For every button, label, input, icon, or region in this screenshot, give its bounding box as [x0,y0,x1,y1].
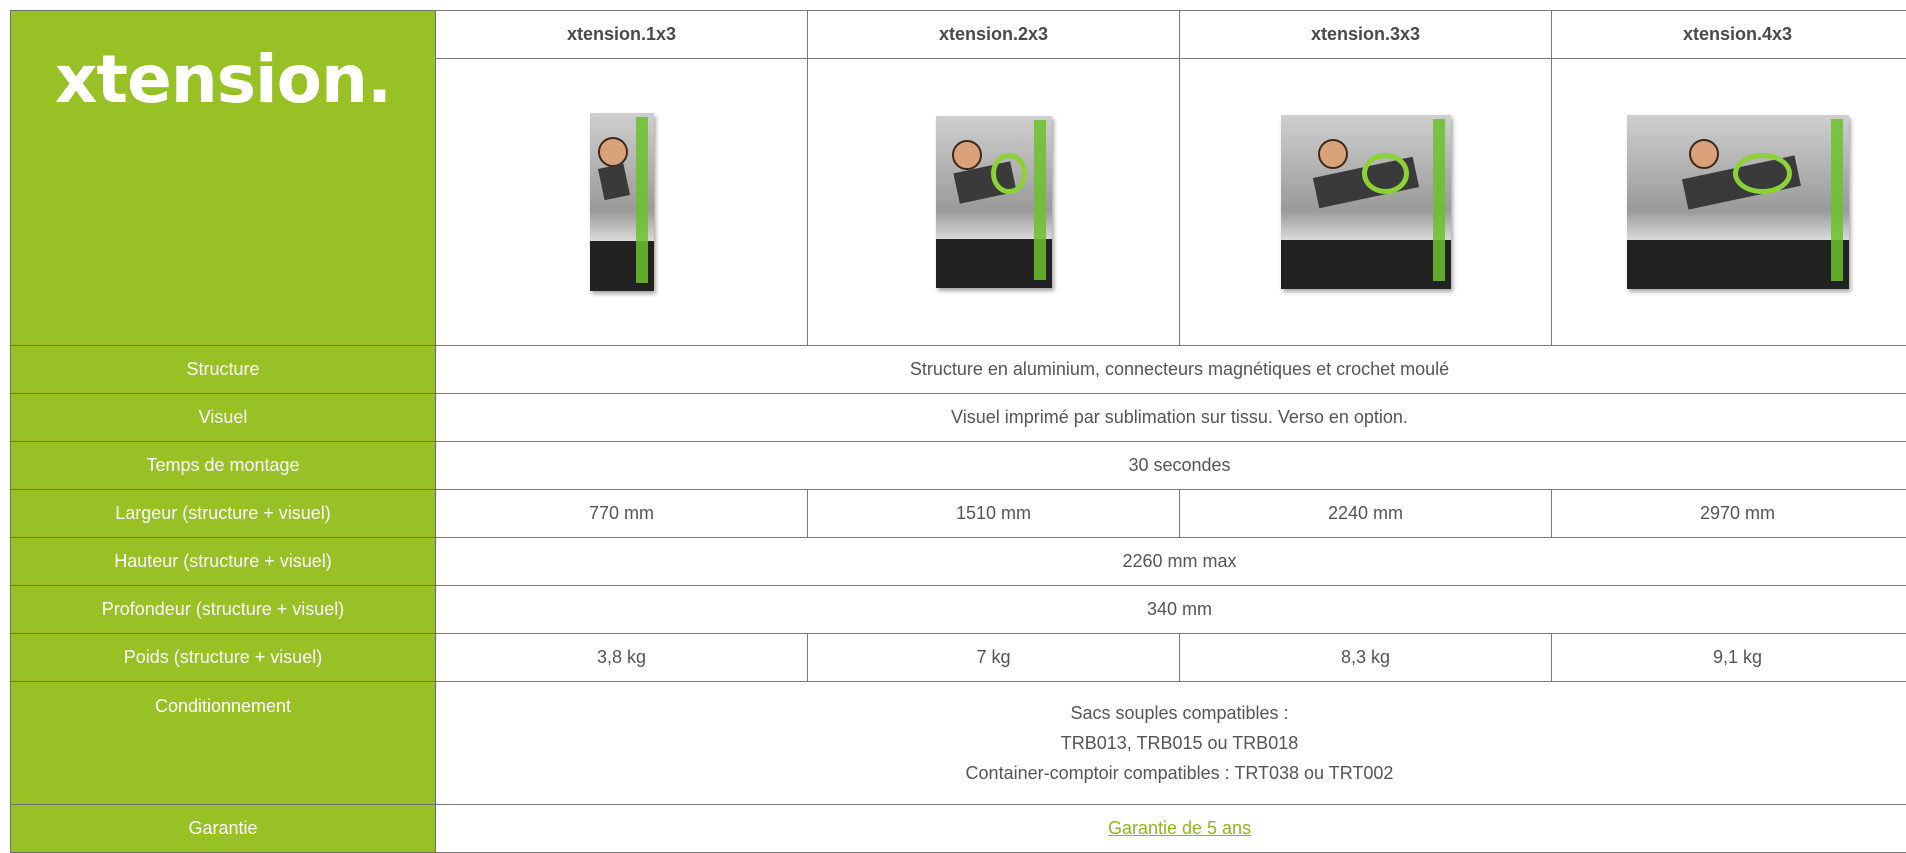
label-visuel: Visuel [11,394,436,442]
label-conditionnement: Conditionnement [11,682,436,805]
product-image-2x3 [936,116,1052,288]
value-profondeur: 340 mm [436,586,1906,634]
product-name-1x3: xtension.1x3 [436,11,808,59]
product-image-cell-3x3 [1180,59,1552,346]
value-visuel: Visuel imprimé par sublimation sur tissu… [436,394,1906,442]
header-row: xtension. xtension.1x3 xtension.2x3 xten… [11,11,1906,59]
value-poids-2x3: 7 kg [808,634,1180,682]
logo-cell: xtension. [11,11,436,346]
product-image-cell-2x3 [808,59,1180,346]
row-poids: Poids (structure + visuel) 3,8 kg 7 kg 8… [11,634,1906,682]
value-largeur-2x3: 1510 mm [808,490,1180,538]
label-poids: Poids (structure + visuel) [11,634,436,682]
brand-logo: xtension. [11,41,435,118]
row-visuel: Visuel Visuel imprimé par sublimation su… [11,394,1906,442]
product-name-2x3: xtension.2x3 [808,11,1180,59]
value-largeur-1x3: 770 mm [436,490,808,538]
label-hauteur: Hauteur (structure + visuel) [11,538,436,586]
product-name-3x3: xtension.3x3 [1180,11,1552,59]
value-poids-1x3: 3,8 kg [436,634,808,682]
product-image-4x3 [1627,115,1849,289]
conditionnement-line: Sacs souples compatibles : [436,698,1906,728]
row-temps-montage: Temps de montage 30 secondes [11,442,1906,490]
label-largeur: Largeur (structure + visuel) [11,490,436,538]
row-structure: Structure Structure en aluminium, connec… [11,346,1906,394]
row-largeur: Largeur (structure + visuel) 770 mm 1510… [11,490,1906,538]
conditionnement-line: Container-comptoir compatibles : TRT038 … [436,758,1906,788]
value-poids-3x3: 8,3 kg [1180,634,1552,682]
label-structure: Structure [11,346,436,394]
value-conditionnement: Sacs souples compatibles : TRB013, TRB01… [436,682,1906,805]
value-garantie: Garantie de 5 ans [436,805,1906,853]
label-garantie: Garantie [11,805,436,853]
product-image-cell-1x3 [436,59,808,346]
product-image-1x3 [590,113,654,291]
product-spec-table: xtension. xtension.1x3 xtension.2x3 xten… [10,10,1906,853]
product-image-cell-4x3 [1552,59,1906,346]
row-profondeur: Profondeur (structure + visuel) 340 mm [11,586,1906,634]
value-temps-montage: 30 secondes [436,442,1906,490]
label-profondeur: Profondeur (structure + visuel) [11,586,436,634]
row-conditionnement: Conditionnement Sacs souples compatibles… [11,682,1906,805]
value-largeur-3x3: 2240 mm [1180,490,1552,538]
value-poids-4x3: 9,1 kg [1552,634,1906,682]
value-hauteur: 2260 mm max [436,538,1906,586]
value-largeur-4x3: 2970 mm [1552,490,1906,538]
row-hauteur: Hauteur (structure + visuel) 2260 mm max [11,538,1906,586]
product-name-4x3: xtension.4x3 [1552,11,1906,59]
conditionnement-line: TRB013, TRB015 ou TRB018 [436,728,1906,758]
label-temps-montage: Temps de montage [11,442,436,490]
value-structure: Structure en aluminium, connecteurs magn… [436,346,1906,394]
row-garantie: Garantie Garantie de 5 ans [11,805,1906,853]
product-image-3x3 [1281,115,1451,289]
garantie-link[interactable]: Garantie de 5 ans [1108,818,1251,838]
